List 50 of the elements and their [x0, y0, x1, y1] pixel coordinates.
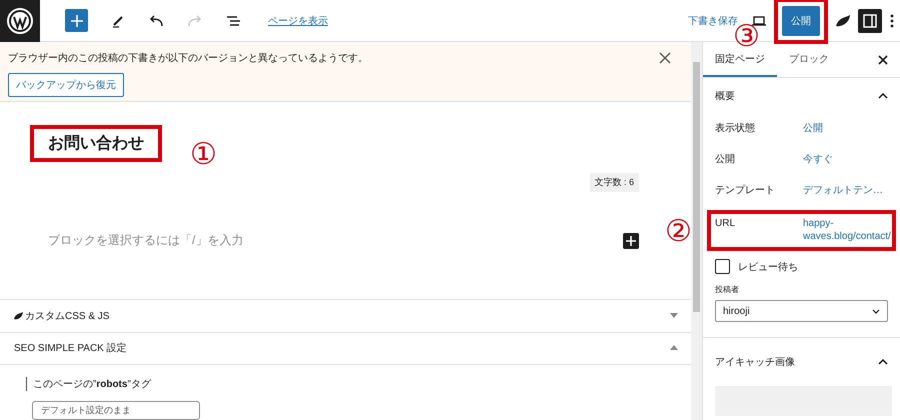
- scrollbar[interactable]: [691, 42, 702, 420]
- save-draft-link[interactable]: 下書き保存: [688, 14, 738, 28]
- add-block-button[interactable]: [623, 232, 640, 249]
- field-label: URL: [715, 218, 736, 231]
- field-label: 表示状態: [715, 122, 756, 136]
- more-icon[interactable]: [890, 14, 894, 28]
- leaf-icon[interactable]: [836, 14, 850, 26]
- collapse-icon: [878, 92, 888, 98]
- author-label: 投稿者: [715, 284, 740, 295]
- panel-title: SEO SIMPLE PACK 設定: [14, 342, 127, 356]
- chevron-down-icon: [872, 308, 880, 314]
- collapse-icon: [670, 345, 678, 352]
- annotation-number: ②: [665, 217, 692, 247]
- field-value-link[interactable]: デフォルトテン…: [803, 183, 883, 198]
- panel-title: 概要: [715, 90, 735, 102]
- close-icon[interactable]: [878, 54, 888, 64]
- leaf-icon: [14, 312, 23, 320]
- field-label: 公開: [715, 153, 736, 167]
- close-icon[interactable]: [659, 52, 672, 64]
- annotation-number: ①: [190, 140, 217, 170]
- meta-panel-header[interactable]: カスタムCSS & JS: [0, 300, 692, 332]
- collapse-icon: [878, 359, 888, 365]
- wordpress-logo[interactable]: [0, 0, 40, 42]
- restore-backup-button[interactable]: バックアップから復元: [8, 73, 124, 97]
- field-value-link[interactable]: happy-waves.blog/contact/: [803, 218, 891, 243]
- pencil-icon[interactable]: [111, 14, 125, 28]
- publish-button[interactable]: 公開: [782, 6, 820, 36]
- checkbox[interactable]: [715, 259, 730, 274]
- summary-panel-header[interactable]: 概要: [703, 78, 900, 113]
- expand-icon: [670, 312, 678, 319]
- field-label: テンプレート: [715, 184, 776, 198]
- character-count: 文字数 : 6: [590, 173, 640, 192]
- undo-icon[interactable]: [148, 14, 164, 28]
- plus-icon: [70, 14, 84, 28]
- panel-title: カスタムCSS & JS: [25, 310, 110, 323]
- block-placeholder[interactable]: ブロックを選択するには「/」を入力: [48, 232, 244, 250]
- field-value-link[interactable]: 公開: [803, 121, 823, 136]
- list-view-icon[interactable]: [226, 14, 242, 28]
- sidebar-tab[interactable]: ブロック: [777, 42, 841, 77]
- field-value-link[interactable]: 今すぐ: [803, 152, 833, 167]
- meta-panel-header[interactable]: SEO SIMPLE PACK 設定: [0, 332, 692, 365]
- notice-message: ブラウザー内のこの投稿の下書きが以下のバージョンと異なっているようです。: [8, 52, 368, 65]
- sidebar-icon: [863, 14, 877, 28]
- sidebar-toggle-button[interactable]: [858, 8, 882, 32]
- checkbox-label: レビュー待ち: [738, 260, 798, 274]
- panel-title: アイキャッチ画像: [715, 356, 795, 369]
- view-page-link[interactable]: ページを表示: [268, 14, 328, 28]
- page-title[interactable]: お問い合わせ: [48, 133, 144, 154]
- author-select[interactable]: hirooji: [715, 300, 888, 322]
- robots-select[interactable]: デフォルト設定のまま: [32, 400, 200, 420]
